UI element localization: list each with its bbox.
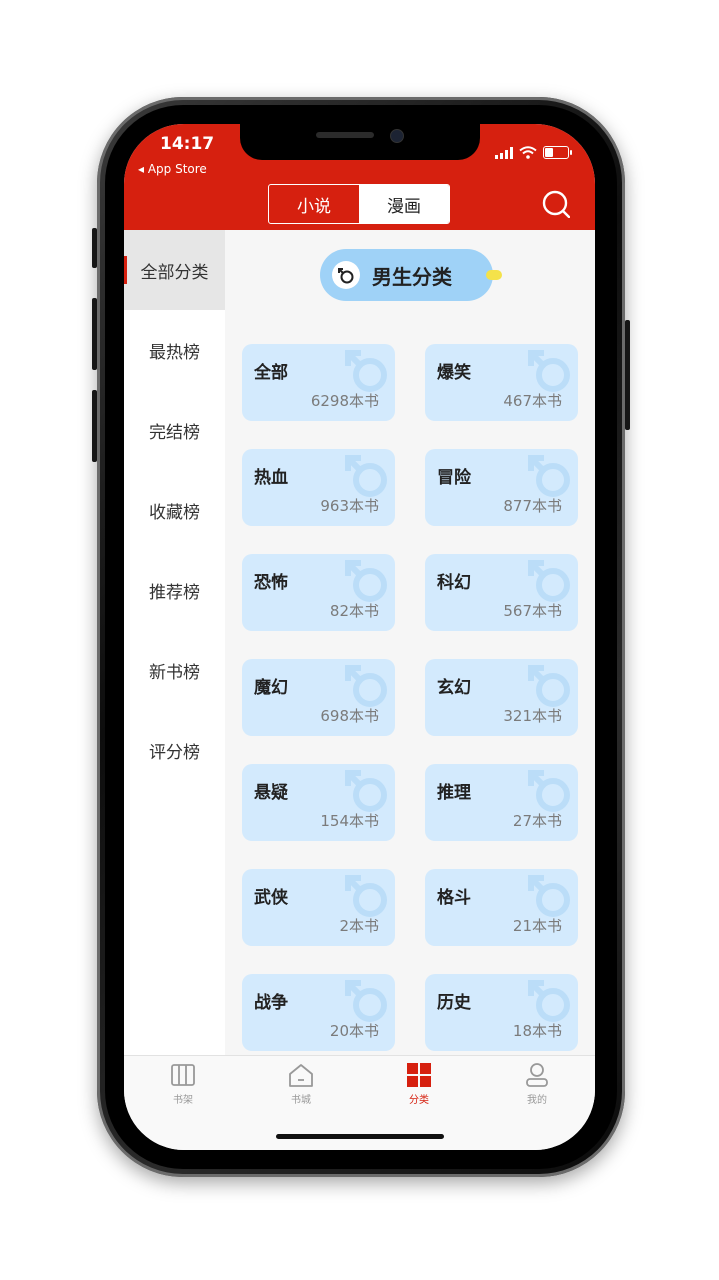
home-icon: [289, 1064, 313, 1087]
category-card[interactable]: 推理 27本书: [425, 764, 578, 841]
category-grid-icon: [407, 1063, 431, 1087]
category-name: 魔幻: [254, 678, 288, 698]
category-name: 推理: [437, 783, 471, 803]
category-name: 玄幻: [437, 678, 471, 698]
sidebar-item-recommended[interactable]: 推荐榜: [124, 550, 225, 630]
male-symbol-icon: [345, 980, 387, 1022]
wifi-icon: [519, 146, 537, 159]
category-name: 冒险: [437, 468, 471, 488]
category-card[interactable]: 全部 6298本书: [242, 344, 395, 421]
home-indicator[interactable]: [276, 1134, 444, 1139]
male-symbol-icon: [528, 665, 570, 707]
sidebar-item-favorites[interactable]: 收藏榜: [124, 470, 225, 550]
status-icons: [495, 146, 572, 159]
category-card[interactable]: 热血 963本书: [242, 449, 395, 526]
category-book-count: 2本书: [339, 917, 379, 935]
category-book-count: 567本书: [503, 602, 562, 620]
tab-category-label: 分类: [409, 1095, 429, 1106]
sidebar-item-rating[interactable]: 评分榜: [124, 710, 225, 790]
category-name: 恐怖: [254, 573, 288, 593]
sidebar-item-all-categories[interactable]: 全部分类: [124, 230, 225, 310]
category-book-count: 877本书: [503, 497, 562, 515]
sidebar-item-completed[interactable]: 完结榜: [124, 390, 225, 470]
decorative-dot: [486, 270, 502, 280]
category-name: 格斗: [437, 888, 471, 908]
category-book-count: 963本书: [320, 497, 379, 515]
category-book-count: 18本书: [512, 1022, 562, 1040]
category-name: 战争: [254, 993, 288, 1013]
category-group-label: 男生分类: [372, 264, 452, 289]
category-book-count: 321本书: [503, 707, 562, 725]
category-name: 爆笑: [437, 363, 471, 383]
app-screen: 14:17 ◂ App Store 小说 漫画 全部分类 最热榜 完结榜 收藏榜…: [124, 124, 595, 1150]
category-card[interactable]: 魔幻 698本书: [242, 659, 395, 736]
category-book-count: 82本书: [329, 602, 379, 620]
category-book-count: 6298本书: [310, 392, 379, 410]
category-card[interactable]: 武侠 2本书: [242, 869, 395, 946]
category-book-count: 21本书: [512, 917, 562, 935]
category-book-count: 467本书: [503, 392, 562, 410]
male-symbol-icon: [345, 665, 387, 707]
male-symbol-icon: [528, 875, 570, 917]
category-group-header[interactable]: 男生分类: [320, 249, 502, 301]
tab-category[interactable]: 分类: [360, 1062, 478, 1106]
category-card[interactable]: 爆笑 467本书: [425, 344, 578, 421]
sidebar-item-hottest[interactable]: 最热榜: [124, 310, 225, 390]
category-name: 热血: [254, 468, 288, 488]
category-book-count: 27本书: [512, 812, 562, 830]
male-symbol-icon: [528, 560, 570, 602]
category-name: 历史: [437, 993, 471, 1013]
category-card[interactable]: 恐怖 82本书: [242, 554, 395, 631]
notch: [240, 124, 480, 160]
category-name: 悬疑: [254, 783, 288, 803]
male-symbol-icon: [528, 770, 570, 812]
male-symbol-icon: [345, 770, 387, 812]
user-icon: [526, 1063, 548, 1087]
power-button: [625, 320, 630, 430]
tab-bookstore[interactable]: 书城: [242, 1062, 360, 1106]
category-card[interactable]: 历史 18本书: [425, 974, 578, 1051]
category-book-count: 20本书: [329, 1022, 379, 1040]
tab-mine-label: 我的: [527, 1095, 547, 1106]
category-content: 男生分类 全部 6298本书 爆笑 467本书热血 963本书 冒险 877本书恐怖 82本书…: [225, 230, 595, 1055]
status-time: 14:17: [160, 134, 215, 154]
male-symbol-icon: [528, 980, 570, 1022]
tab-bookshelf[interactable]: 书架: [124, 1062, 242, 1106]
category-name: 武侠: [254, 888, 288, 908]
search-icon[interactable]: [542, 190, 570, 218]
tab-bookstore-label: 书城: [291, 1095, 311, 1106]
cellular-signal-icon: [495, 146, 513, 159]
bookshelf-icon: [171, 1064, 195, 1086]
back-to-app-store[interactable]: ◂ App Store: [138, 162, 207, 176]
category-card[interactable]: 科幻 567本书: [425, 554, 578, 631]
category-card[interactable]: 悬疑 154本书: [242, 764, 395, 841]
male-symbol-icon: [345, 350, 387, 392]
category-name: 科幻: [437, 573, 471, 593]
tab-novel[interactable]: 小说: [269, 185, 359, 223]
category-card[interactable]: 冒险 877本书: [425, 449, 578, 526]
ranking-sidebar: 全部分类 最热榜 完结榜 收藏榜 推荐榜 新书榜 评分榜: [124, 230, 225, 1055]
content-type-toggle: 小说 漫画: [268, 184, 450, 224]
tab-bookshelf-label: 书架: [173, 1095, 193, 1106]
tab-comic[interactable]: 漫画: [359, 185, 449, 223]
male-symbol-icon: [345, 455, 387, 497]
category-card[interactable]: 战争 20本书: [242, 974, 395, 1051]
category-book-count: 698本书: [320, 707, 379, 725]
category-card[interactable]: 玄幻 321本书: [425, 659, 578, 736]
male-symbol-icon: [528, 455, 570, 497]
tab-mine[interactable]: 我的: [478, 1062, 595, 1106]
male-symbol-icon: [345, 875, 387, 917]
battery-icon: [543, 146, 572, 159]
category-book-count: 154本书: [320, 812, 379, 830]
category-name: 全部: [254, 363, 288, 383]
sidebar-item-new-books[interactable]: 新书榜: [124, 630, 225, 710]
male-symbol-icon: [332, 261, 360, 289]
male-symbol-icon: [345, 560, 387, 602]
male-symbol-icon: [528, 350, 570, 392]
category-card[interactable]: 格斗 21本书: [425, 869, 578, 946]
